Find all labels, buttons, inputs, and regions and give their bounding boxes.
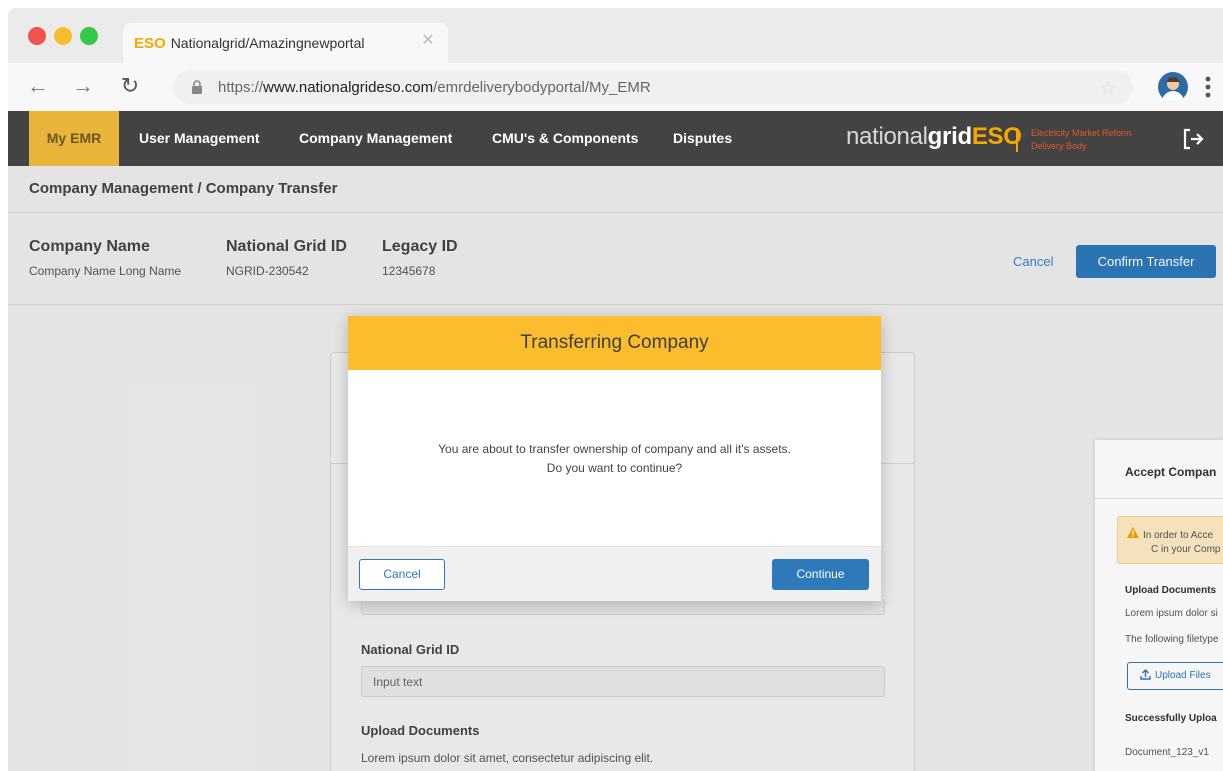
nav-item-my-emr[interactable]: My EMR (29, 111, 119, 166)
reload-icon[interactable]: ↻ (118, 74, 142, 98)
nav-item-user-management[interactable]: User Management (139, 111, 260, 166)
minimize-window-button[interactable] (54, 27, 72, 45)
modal-message-line-2: Do you want to continue? (546, 461, 683, 475)
brand-divider (1016, 128, 1018, 152)
brand-subtitle: Electricity Market Reform Delivery Body (1031, 128, 1132, 151)
browser-tab[interactable]: ESO Nationalgrid/Amazingnewportal ✕ (123, 23, 448, 63)
nav-item-disputes[interactable]: Disputes (673, 111, 732, 166)
nav-item-cmus-components[interactable]: CMU's & Components (492, 111, 638, 166)
arrow-right-icon[interactable]: → (71, 74, 95, 98)
tab-strip: ESO Nationalgrid/Amazingnewportal ✕ (8, 8, 1223, 63)
browser-toolbar: ← → ↻ https://www.nationalgrideso.com/em… (8, 63, 1223, 111)
star-icon[interactable]: ☆ (1099, 76, 1117, 101)
close-window-button[interactable] (28, 27, 46, 45)
avatar-icon (1162, 77, 1184, 102)
address-bar[interactable]: https://www.nationalgrideso.com/emrdeliv… (173, 70, 1133, 104)
maximize-window-button[interactable] (80, 27, 98, 45)
nav-item-company-management[interactable]: Company Management (299, 111, 452, 166)
tab-title: Nationalgrid/Amazingnewportal (170, 35, 365, 51)
kebab-icon[interactable] (1205, 76, 1211, 98)
tab-close-icon[interactable]: ✕ (420, 33, 436, 49)
url-text: https://www.nationalgrideso.com/emrdeliv… (218, 79, 651, 96)
logout-icon[interactable] (1181, 127, 1205, 151)
modal-message-line-1: You are about to transfer ownership of c… (438, 442, 791, 456)
modal-cancel-button[interactable]: Cancel (359, 559, 445, 590)
modal-message: You are about to transfer ownership of c… (348, 440, 881, 478)
lock-icon (192, 80, 202, 94)
arrow-left-icon[interactable]: ← (26, 74, 50, 98)
modal-continue-button[interactable]: Continue (772, 559, 869, 590)
tab-favicon-eso: ESO (134, 34, 166, 52)
brand-logo: nationalgridESO (846, 123, 1022, 150)
modal-footer: Cancel Continue (348, 546, 881, 601)
modal-title: Transferring Company (348, 316, 881, 370)
app-nav: My EMR User Management Company Managemen… (8, 111, 1223, 166)
profile-avatar[interactable] (1158, 72, 1188, 102)
transfer-company-modal: Transferring Company You are about to tr… (348, 316, 881, 601)
